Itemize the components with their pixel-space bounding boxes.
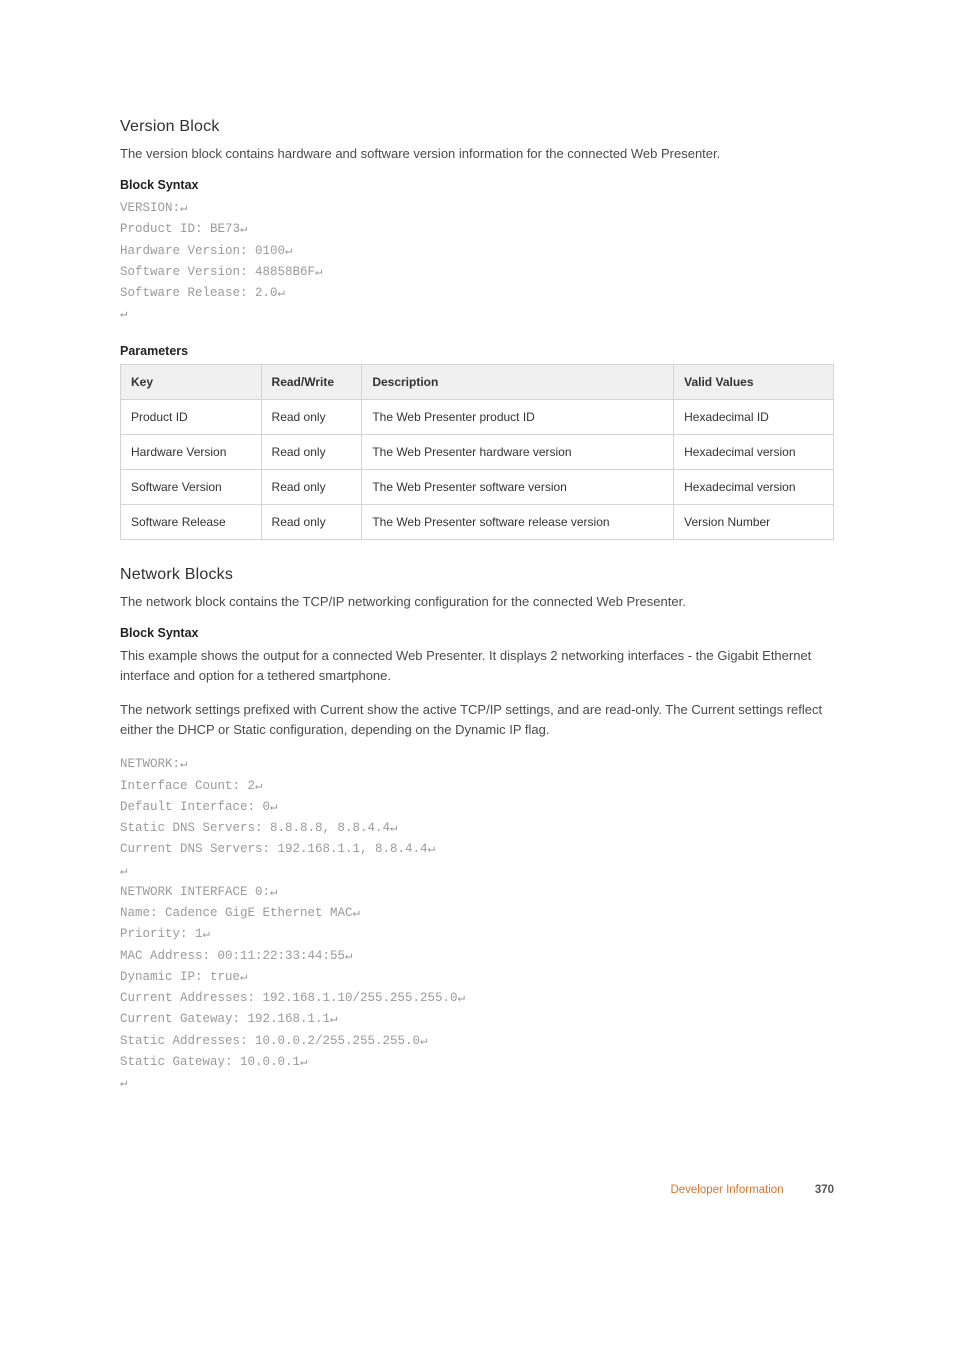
code-line: Static DNS Servers: 8.8.8.8, 8.8.4.4 [120,821,390,835]
carriage-return-icon: ↵ [285,244,293,258]
carriage-return-icon: ↵ [345,949,353,963]
table-header: Read/Write [261,364,362,399]
code-line: MAC Address: 00:11:22:33:44:55 [120,949,345,963]
table-cell: Read only [261,504,362,539]
code-line: Hardware Version: 0100 [120,244,285,258]
carriage-return-icon: ↵ [428,842,436,856]
carriage-return-icon: ↵ [390,821,398,835]
block-syntax-label-2: Block Syntax [120,626,834,640]
carriage-return-icon: ↵ [420,1034,428,1048]
section-title-version-block: Version Block [120,118,834,136]
code-line: Priority: 1 [120,927,203,941]
table-row: Software Version Read only The Web Prese… [121,469,834,504]
table-cell: Product ID [121,399,262,434]
table-header: Key [121,364,262,399]
carriage-return-icon: ↵ [315,265,323,279]
carriage-return-icon: ↵ [270,800,278,814]
code-line: Static Gateway: 10.0.0.1 [120,1055,300,1069]
table-cell: Software Version [121,469,262,504]
carriage-return-icon: ↵ [203,927,211,941]
carriage-return-icon: ↵ [120,1076,128,1090]
footer-section-label: Developer Information [670,1184,783,1196]
code-line: Interface Count: 2 [120,779,255,793]
code-line: Default Interface: 0 [120,800,270,814]
carriage-return-icon: ↵ [240,970,248,984]
carriage-return-icon: ↵ [300,1055,308,1069]
carriage-return-icon: ↵ [240,222,248,236]
section-intro-network-blocks: The network block contains the TCP/IP ne… [120,592,834,612]
block-syntax-label-1: Block Syntax [120,178,834,192]
table-cell: Read only [261,434,362,469]
table-cell: The Web Presenter product ID [362,399,674,434]
table-cell: The Web Presenter software version [362,469,674,504]
table-cell: Read only [261,469,362,504]
code-line: Software Version: 48858B6F [120,265,315,279]
code-line: NETWORK INTERFACE 0: [120,885,270,899]
parameters-label: Parameters [120,344,834,358]
table-cell: The Web Presenter software release versi… [362,504,674,539]
carriage-return-icon: ↵ [120,864,128,878]
table-row: Hardware Version Read only The Web Prese… [121,434,834,469]
carriage-return-icon: ↵ [458,991,466,1005]
carriage-return-icon: ↵ [353,906,361,920]
code-line: Software Release: 2.0 [120,286,278,300]
code-line: VERSION: [120,201,180,215]
code-line: Current DNS Servers: 192.168.1.1, 8.8.4.… [120,842,428,856]
table-header: Valid Values [674,364,834,399]
carriage-return-icon: ↵ [180,757,188,771]
code-block-network: NETWORK:↵ Interface Count: 2↵ Default In… [120,754,834,1094]
carriage-return-icon: ↵ [270,885,278,899]
table-cell: The Web Presenter hardware version [362,434,674,469]
code-line: Static Addresses: 10.0.0.2/255.255.255.0 [120,1034,420,1048]
table-header: Description [362,364,674,399]
carriage-return-icon: ↵ [330,1012,338,1026]
table-cell: Hexadecimal version [674,469,834,504]
page-footer: Developer Information 370 [120,1184,834,1196]
carriage-return-icon: ↵ [180,201,188,215]
table-row: Product ID Read only The Web Presenter p… [121,399,834,434]
table-cell: Read only [261,399,362,434]
parameters-table: Key Read/Write Description Valid Values … [120,364,834,540]
code-line: Current Addresses: 192.168.1.10/255.255.… [120,991,458,1005]
code-line: Dynamic IP: true [120,970,240,984]
section-title-network-blocks: Network Blocks [120,566,834,584]
code-line: Current Gateway: 192.168.1.1 [120,1012,330,1026]
code-line: Name: Cadence GigE Ethernet MAC [120,906,353,920]
network-para-1: This example shows the output for a conn… [120,646,834,686]
carriage-return-icon: ↵ [120,307,128,321]
table-cell: Software Release [121,504,262,539]
carriage-return-icon: ↵ [255,779,263,793]
carriage-return-icon: ↵ [278,286,286,300]
table-cell: Hexadecimal ID [674,399,834,434]
table-cell: Hexadecimal version [674,434,834,469]
code-block-version: VERSION:↵ Product ID: BE73↵ Hardware Ver… [120,198,834,326]
code-line: Product ID: BE73 [120,222,240,236]
section-intro-version-block: The version block contains hardware and … [120,144,834,164]
table-cell: Version Number [674,504,834,539]
table-cell: Hardware Version [121,434,262,469]
footer-page-number: 370 [815,1184,834,1196]
table-row: Software Release Read only The Web Prese… [121,504,834,539]
network-para-2: The network settings prefixed with Curre… [120,700,834,740]
table-header-row: Key Read/Write Description Valid Values [121,364,834,399]
code-line: NETWORK: [120,757,180,771]
